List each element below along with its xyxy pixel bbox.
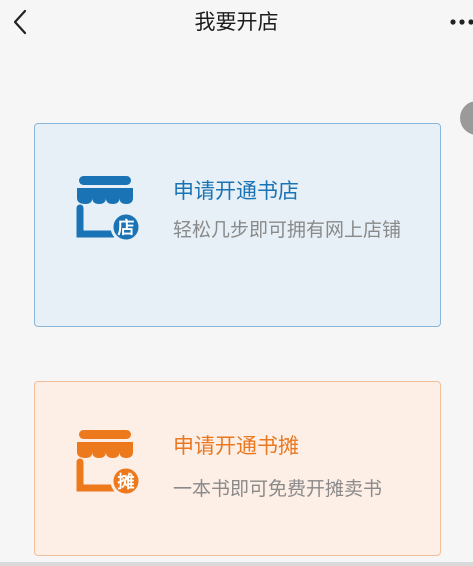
stall-card-title: 申请开通书摊 — [173, 434, 299, 458]
floating-assist-button[interactable] — [460, 101, 473, 135]
more-options-icon[interactable] — [449, 14, 473, 30]
apply-bookstore-card[interactable]: 店 申请开通书店 轻松几步即可拥有网上店铺 — [34, 123, 441, 327]
page-title: 我要开店 — [194, 10, 279, 34]
bottom-divider — [0, 562, 473, 566]
stall-card-description: 一本书即可免费开摊卖书 — [173, 478, 383, 500]
top-navigation-bar: 我要开店 — [0, 0, 473, 46]
apply-bookstall-card[interactable]: 摊 申请开通书摊 一本书即可免费开摊卖书 — [34, 381, 441, 556]
store-card-title: 申请开通书店 — [173, 179, 299, 203]
store-badge-char: 店 — [118, 218, 135, 239]
stall-badge-char: 摊 — [118, 472, 135, 493]
storefront-icon: 店 — [76, 176, 142, 243]
store-card-description: 轻松几步即可拥有网上店铺 — [173, 219, 402, 241]
stall-icon: 摊 — [76, 430, 142, 497]
